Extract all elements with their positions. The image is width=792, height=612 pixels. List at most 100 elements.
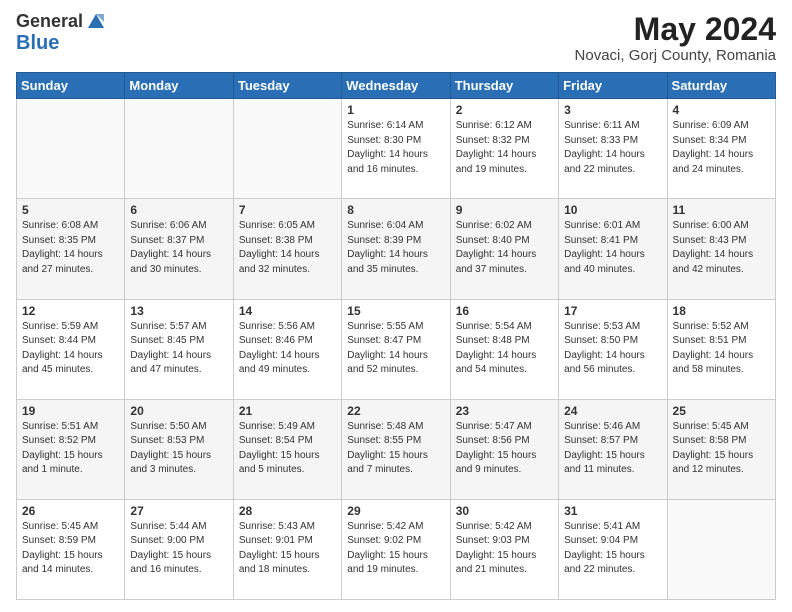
day-info: Sunrise: 5:43 AMSunset: 9:01 PMDaylight:… [239, 520, 336, 578]
calendar-week-row: 5 Sunrise: 6:08 AMSunset: 8:35 PMDaylight… [17, 199, 776, 299]
table-row: 11 Sunrise: 6:00 AMSunset: 8:43 PMDayligh… [667, 199, 775, 299]
day-info: Sunrise: 5:59 AMSunset: 8:44 PMDaylight:… [22, 320, 119, 378]
calendar-week-row: 12 Sunrise: 5:59 AMSunset: 8:44 PMDayligh… [17, 299, 776, 399]
table-row: 15 Sunrise: 5:55 AMSunset: 8:47 PMDayligh… [342, 299, 450, 399]
day-info: Sunrise: 6:14 AMSunset: 8:30 PMDaylight:… [347, 119, 444, 177]
table-row: 16 Sunrise: 5:54 AMSunset: 8:48 PMDayligh… [450, 299, 558, 399]
day-info: Sunrise: 5:48 AMSunset: 8:55 PMDaylight:… [347, 420, 444, 478]
day-number: 15 [347, 304, 444, 318]
calendar-header-row: Sunday Monday Tuesday Wednesday Thursday… [17, 73, 776, 99]
day-number: 13 [130, 304, 227, 318]
col-monday: Monday [125, 73, 233, 99]
day-number: 29 [347, 504, 444, 518]
table-row: 24 Sunrise: 5:46 AMSunset: 8:57 PMDayligh… [559, 399, 667, 499]
table-row: 10Sunrise: 6:01 AMSunset: 8:41 PMDayligh… [559, 199, 667, 299]
day-info: Sunrise: 5:53 AMSunset: 8:50 PMDaylight:… [564, 320, 661, 378]
day-info: Sunrise: 6:00 AMSunset: 8:43 PMDaylight:… [673, 219, 770, 277]
table-row: 30Sunrise: 5:42 AMSunset: 9:03 PMDayligh… [450, 499, 558, 599]
table-row [17, 99, 125, 199]
day-number: 24 [564, 404, 661, 418]
day-info: Sunrise: 5:44 AMSunset: 9:00 PMDaylight:… [130, 520, 227, 578]
table-row: 31Sunrise: 5:41 AMSunset: 9:04 PMDayligh… [559, 499, 667, 599]
day-info: Sunrise: 5:49 AMSunset: 8:54 PMDaylight:… [239, 420, 336, 478]
day-info: Sunrise: 6:12 AMSunset: 8:32 PMDaylight:… [456, 119, 553, 177]
day-number: 22 [347, 404, 444, 418]
day-number: 5 [22, 203, 119, 217]
day-number: 7 [239, 203, 336, 217]
table-row: 20Sunrise: 5:50 AMSunset: 8:53 PMDayligh… [125, 399, 233, 499]
table-row: 9 Sunrise: 6:02 AMSunset: 8:40 PMDaylight… [450, 199, 558, 299]
day-number: 28 [239, 504, 336, 518]
day-number: 21 [239, 404, 336, 418]
table-row: 8Sunrise: 6:04 AMSunset: 8:39 PMDaylight… [342, 199, 450, 299]
day-info: Sunrise: 5:54 AMSunset: 8:48 PMDaylight:… [456, 320, 553, 378]
col-friday: Friday [559, 73, 667, 99]
table-row: 22 Sunrise: 5:48 AMSunset: 8:55 PMDayligh… [342, 399, 450, 499]
col-saturday: Saturday [667, 73, 775, 99]
day-info: Sunrise: 6:05 AMSunset: 8:38 PMDaylight:… [239, 219, 336, 277]
header: General Blue May 2024 Novaci, Gorj Count… [16, 12, 776, 64]
day-info: Sunrise: 5:42 AMSunset: 9:02 PMDaylight:… [347, 520, 444, 578]
title-section: May 2024 Novaci, Gorj County, Romania [575, 12, 776, 64]
logo-icon [85, 10, 107, 32]
day-info: Sunrise: 5:45 AMSunset: 8:59 PMDaylight:… [22, 520, 119, 578]
col-wednesday: Wednesday [342, 73, 450, 99]
day-info: Sunrise: 5:51 AMSunset: 8:52 PMDaylight:… [22, 420, 119, 478]
table-row: 5 Sunrise: 6:08 AMSunset: 8:35 PMDaylight… [17, 199, 125, 299]
table-row: 28 Sunrise: 5:43 AMSunset: 9:01 PMDayligh… [233, 499, 341, 599]
logo-general-text: General [16, 12, 83, 32]
day-number: 2 [456, 103, 553, 117]
day-number: 4 [673, 103, 770, 117]
day-number: 18 [673, 304, 770, 318]
day-number: 9 [456, 203, 553, 217]
table-row [233, 99, 341, 199]
table-row: 12 Sunrise: 5:59 AMSunset: 8:44 PMDayligh… [17, 299, 125, 399]
day-number: 11 [673, 203, 770, 217]
day-number: 20 [130, 404, 227, 418]
table-row: 7 Sunrise: 6:05 AMSunset: 8:38 PMDaylight… [233, 199, 341, 299]
day-info: Sunrise: 5:52 AMSunset: 8:51 PMDaylight:… [673, 320, 770, 378]
day-info: Sunrise: 5:47 AMSunset: 8:56 PMDaylight:… [456, 420, 553, 478]
table-row: 3Sunrise: 6:11 AMSunset: 8:33 PMDaylight… [559, 99, 667, 199]
table-row: 19 Sunrise: 5:51 AMSunset: 8:52 PMDayligh… [17, 399, 125, 499]
day-info: Sunrise: 6:06 AMSunset: 8:37 PMDaylight:… [130, 219, 227, 277]
table-row [667, 499, 775, 599]
day-info: Sunrise: 6:02 AMSunset: 8:40 PMDaylight:… [456, 219, 553, 277]
day-number: 8 [347, 203, 444, 217]
col-thursday: Thursday [450, 73, 558, 99]
calendar-week-row: 19 Sunrise: 5:51 AMSunset: 8:52 PMDayligh… [17, 399, 776, 499]
day-number: 12 [22, 304, 119, 318]
day-number: 26 [22, 504, 119, 518]
table-row: 29 Sunrise: 5:42 AMSunset: 9:02 PMDayligh… [342, 499, 450, 599]
day-number: 16 [456, 304, 553, 318]
day-number: 31 [564, 504, 661, 518]
calendar-table: Sunday Monday Tuesday Wednesday Thursday… [16, 72, 776, 600]
page: General Blue May 2024 Novaci, Gorj Count… [0, 0, 792, 612]
day-number: 14 [239, 304, 336, 318]
table-row: 25 Sunrise: 5:45 AMSunset: 8:58 PMDayligh… [667, 399, 775, 499]
month-year: May 2024 [575, 12, 776, 47]
day-number: 25 [673, 404, 770, 418]
calendar-week-row: 26 Sunrise: 5:45 AMSunset: 8:59 PMDayligh… [17, 499, 776, 599]
day-info: Sunrise: 6:09 AMSunset: 8:34 PMDaylight:… [673, 119, 770, 177]
day-number: 19 [22, 404, 119, 418]
day-info: Sunrise: 5:57 AMSunset: 8:45 PMDaylight:… [130, 320, 227, 378]
table-row: 2 Sunrise: 6:12 AMSunset: 8:32 PMDaylight… [450, 99, 558, 199]
day-info: Sunrise: 5:45 AMSunset: 8:58 PMDaylight:… [673, 420, 770, 478]
day-info: Sunrise: 5:46 AMSunset: 8:57 PMDaylight:… [564, 420, 661, 478]
day-info: Sunrise: 6:08 AMSunset: 8:35 PMDaylight:… [22, 219, 119, 277]
table-row: 6 Sunrise: 6:06 AMSunset: 8:37 PMDaylight… [125, 199, 233, 299]
day-info: Sunrise: 6:11 AMSunset: 8:33 PMDaylight:… [564, 119, 661, 177]
day-number: 30 [456, 504, 553, 518]
day-number: 6 [130, 203, 227, 217]
day-number: 27 [130, 504, 227, 518]
table-row: 14Sunrise: 5:56 AMSunset: 8:46 PMDayligh… [233, 299, 341, 399]
table-row: 18 Sunrise: 5:52 AMSunset: 8:51 PMDayligh… [667, 299, 775, 399]
calendar-week-row: 1Sunrise: 6:14 AMSunset: 8:30 PMDaylight… [17, 99, 776, 199]
table-row: 4 Sunrise: 6:09 AMSunset: 8:34 PMDaylight… [667, 99, 775, 199]
day-info: Sunrise: 5:55 AMSunset: 8:47 PMDaylight:… [347, 320, 444, 378]
table-row: 26 Sunrise: 5:45 AMSunset: 8:59 PMDayligh… [17, 499, 125, 599]
day-number: 17 [564, 304, 661, 318]
table-row: 17 Sunrise: 5:53 AMSunset: 8:50 PMDayligh… [559, 299, 667, 399]
day-number: 23 [456, 404, 553, 418]
